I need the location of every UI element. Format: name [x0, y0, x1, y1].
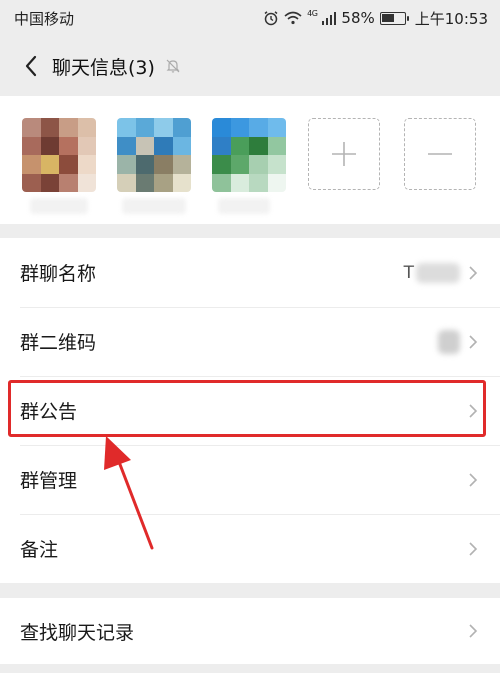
status-bar: 中国移动 4G 58% 上午10:53: [0, 0, 500, 36]
member-name-redacted: [122, 198, 186, 214]
add-member-button[interactable]: [308, 118, 380, 190]
status-indicators: 4G 58% 上午10:53: [263, 8, 488, 29]
annotation-highlight-box: [8, 380, 486, 437]
group-management-row[interactable]: 群管理: [0, 445, 500, 514]
chevron-right-icon: [468, 472, 478, 488]
alarm-icon: [263, 10, 279, 26]
plus-icon: [332, 142, 356, 166]
remark-row[interactable]: 备注: [0, 514, 500, 583]
group-name-row[interactable]: 群聊名称 T: [0, 238, 500, 307]
battery-percent: 58%: [341, 9, 375, 27]
chevron-right-icon: [468, 265, 478, 281]
carrier-label: 中国移动: [14, 9, 75, 28]
back-button[interactable]: [0, 36, 38, 96]
remove-member-button[interactable]: [404, 118, 476, 190]
back-arrow-icon: [25, 55, 37, 77]
search-section: 查找聊天记录: [0, 598, 500, 664]
search-chat-history-label: 查找聊天记录: [20, 621, 135, 644]
minus-icon: [428, 153, 452, 155]
network-type-label: 4G: [307, 8, 318, 18]
member-name-redacted: [30, 198, 88, 214]
group-name-label: 群聊名称: [20, 263, 97, 285]
member-avatar[interactable]: [117, 118, 191, 192]
remark-label: 备注: [20, 539, 59, 561]
qr-code-redacted: [438, 329, 460, 354]
group-members-panel: [0, 96, 500, 224]
member-name-redacted: [218, 198, 270, 214]
search-chat-history-row[interactable]: 查找聊天记录: [0, 598, 500, 664]
chevron-right-icon: [468, 541, 478, 557]
clock: 上午10:53: [414, 9, 488, 28]
wifi-icon: [284, 11, 302, 25]
chevron-right-icon: [468, 334, 478, 350]
chat-info-header: 聊天信息(3): [0, 36, 500, 96]
group-management-label: 群管理: [20, 470, 78, 492]
mute-bell-icon: [165, 58, 181, 74]
chevron-right-icon: [468, 623, 478, 639]
page-title: 聊天信息(3): [52, 56, 155, 79]
member-avatar[interactable]: [22, 118, 96, 192]
battery-icon: [379, 11, 409, 25]
group-name-text: T: [403, 262, 414, 283]
group-name-value: T: [403, 262, 460, 283]
group-qr-code-row[interactable]: 群二维码: [0, 307, 500, 376]
qr-code-preview: [438, 329, 460, 354]
group-qr-code-label: 群二维码: [20, 332, 97, 354]
member-avatar[interactable]: [212, 118, 286, 192]
signal-icon: [322, 11, 337, 25]
group-name-redacted: [416, 262, 460, 283]
